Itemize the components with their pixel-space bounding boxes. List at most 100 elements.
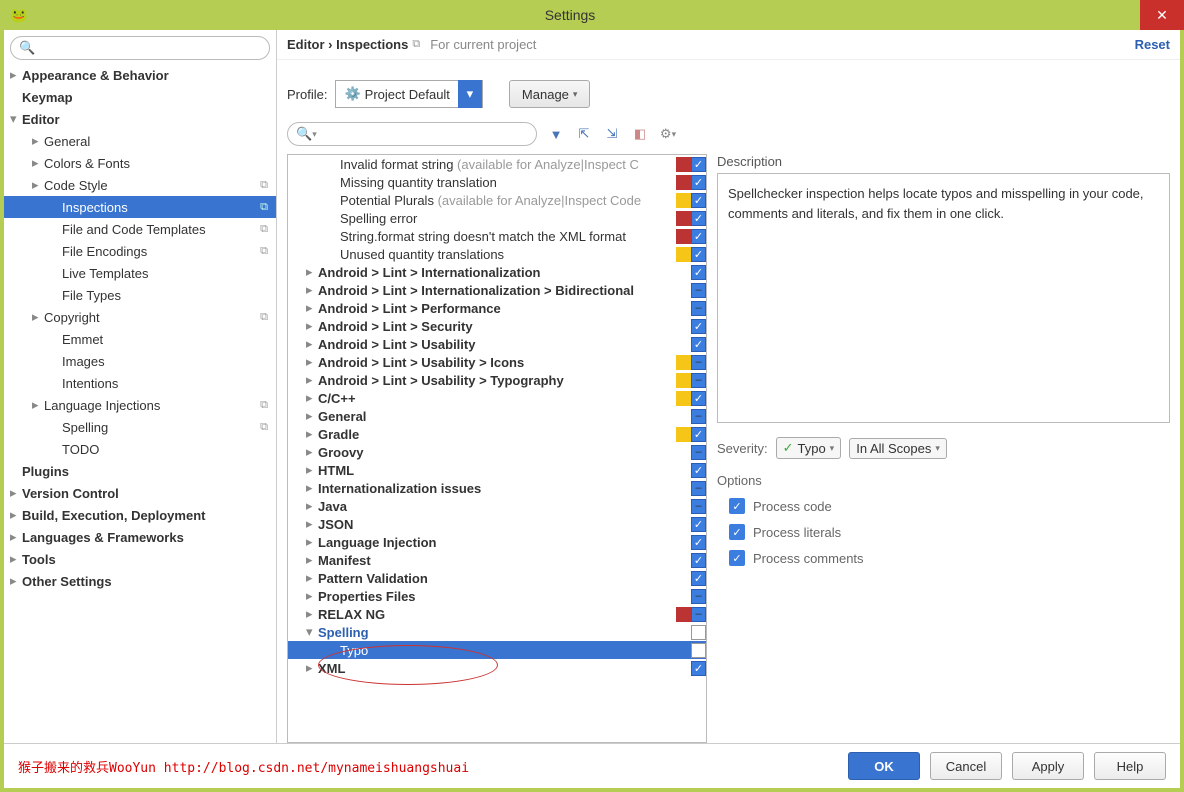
inspection-row[interactable]: ▸Java xyxy=(288,497,706,515)
inspection-checkbox[interactable] xyxy=(691,445,706,460)
inspection-row[interactable]: Invalid format string (available for Ana… xyxy=(288,155,706,173)
inspection-checkbox[interactable] xyxy=(691,175,706,190)
inspection-row[interactable]: ▸RELAX NG xyxy=(288,605,706,623)
inspection-row[interactable]: ▸General xyxy=(288,407,706,425)
tree-item[interactable]: Keymap xyxy=(4,86,276,108)
eraser-icon[interactable]: ◧ xyxy=(631,125,649,143)
reset-link[interactable]: Reset xyxy=(1135,37,1170,52)
inspection-checkbox[interactable] xyxy=(691,607,706,622)
inspection-checkbox[interactable] xyxy=(691,409,706,424)
inspection-row[interactable]: ▸JSON xyxy=(288,515,706,533)
inspection-checkbox[interactable] xyxy=(691,553,706,568)
tree-item[interactable]: File Encodings⧉ xyxy=(4,240,276,262)
tree-item[interactable]: ▸Version Control xyxy=(4,482,276,504)
inspection-checkbox[interactable] xyxy=(691,229,706,244)
inspection-checkbox[interactable] xyxy=(691,643,706,658)
inspection-checkbox[interactable] xyxy=(691,463,706,478)
option-row[interactable]: ✓Process code xyxy=(729,498,1170,514)
tree-item[interactable]: ▸Colors & Fonts xyxy=(4,152,276,174)
inspection-checkbox[interactable] xyxy=(691,499,706,514)
inspections-list[interactable]: Invalid format string (available for Ana… xyxy=(287,154,707,743)
settings-tree[interactable]: ▸Appearance & BehaviorKeymap▾Editor▸Gene… xyxy=(4,64,276,743)
inspection-row[interactable]: Unused quantity translations xyxy=(288,245,706,263)
tree-item[interactable]: ▸Code Style⧉ xyxy=(4,174,276,196)
inspection-checkbox[interactable] xyxy=(691,265,706,280)
inspection-row[interactable]: Missing quantity translation xyxy=(288,173,706,191)
inspection-row[interactable]: Spelling error xyxy=(288,209,706,227)
tree-item[interactable]: Inspections⧉ xyxy=(4,196,276,218)
option-checkbox[interactable]: ✓ xyxy=(729,550,745,566)
inspection-checkbox[interactable] xyxy=(691,157,706,172)
inspection-row[interactable]: ▸Groovy xyxy=(288,443,706,461)
tree-item[interactable]: Live Templates xyxy=(4,262,276,284)
tree-item[interactable]: ▸Tools xyxy=(4,548,276,570)
tree-item[interactable]: ▸Copyright⧉ xyxy=(4,306,276,328)
inspection-checkbox[interactable] xyxy=(691,247,706,262)
tree-item[interactable]: Images xyxy=(4,350,276,372)
profile-selector[interactable]: ⚙️Project Default ▾ xyxy=(335,80,482,108)
help-button[interactable]: Help xyxy=(1094,752,1166,780)
option-checkbox[interactable]: ✓ xyxy=(729,524,745,540)
tree-item[interactable]: ▸Appearance & Behavior xyxy=(4,64,276,86)
apply-button[interactable]: Apply xyxy=(1012,752,1084,780)
tree-item[interactable]: ▸Other Settings xyxy=(4,570,276,592)
inspection-checkbox[interactable] xyxy=(691,481,706,496)
inspection-checkbox[interactable] xyxy=(691,625,706,640)
inspection-row[interactable]: ▸HTML xyxy=(288,461,706,479)
inspection-row[interactable]: ▸Manifest xyxy=(288,551,706,569)
option-row[interactable]: ✓Process comments xyxy=(729,550,1170,566)
inspection-row[interactable]: String.format string doesn't match the X… xyxy=(288,227,706,245)
inspection-checkbox[interactable] xyxy=(691,319,706,334)
tree-item[interactable]: Spelling⧉ xyxy=(4,416,276,438)
tree-item[interactable]: TODO xyxy=(4,438,276,460)
inspection-checkbox[interactable] xyxy=(691,391,706,406)
tree-item[interactable]: ▾Editor xyxy=(4,108,276,130)
tree-item[interactable]: Emmet xyxy=(4,328,276,350)
inspection-checkbox[interactable] xyxy=(691,355,706,370)
inspection-checkbox[interactable] xyxy=(691,535,706,550)
option-checkbox[interactable]: ✓ xyxy=(729,498,745,514)
inspection-row[interactable]: ▸XML xyxy=(288,659,706,677)
inspection-checkbox[interactable] xyxy=(691,211,706,226)
inspection-row[interactable]: ▸Android > Lint > Internationalization xyxy=(288,263,706,281)
tree-item[interactable]: ▸Language Injections⧉ xyxy=(4,394,276,416)
inspection-row[interactable]: ▸Gradle xyxy=(288,425,706,443)
inspection-checkbox[interactable] xyxy=(691,517,706,532)
collapse-icon[interactable]: ⇲ xyxy=(603,125,621,143)
gear-icon[interactable]: ⚙▾ xyxy=(659,125,677,143)
inspection-row[interactable]: ▸Language Injection xyxy=(288,533,706,551)
inspection-row[interactable]: ▸Android > Lint > Usability xyxy=(288,335,706,353)
expand-icon[interactable]: ⇱ xyxy=(575,125,593,143)
close-button[interactable]: ✕ xyxy=(1140,0,1184,30)
tree-item[interactable]: File Types xyxy=(4,284,276,306)
inspection-checkbox[interactable] xyxy=(691,427,706,442)
inspection-row[interactable]: Potential Plurals (available for Analyze… xyxy=(288,191,706,209)
inspection-row[interactable]: ▸Pattern Validation xyxy=(288,569,706,587)
inspection-row[interactable]: ▾Spelling xyxy=(288,623,706,641)
inspection-checkbox[interactable] xyxy=(691,571,706,586)
inspection-row[interactable]: ▸Android > Lint > Internationalization >… xyxy=(288,281,706,299)
inspection-checkbox[interactable] xyxy=(691,373,706,388)
filter-icon[interactable]: ▼ xyxy=(547,125,565,143)
inspection-row[interactable]: ▸Android > Lint > Security xyxy=(288,317,706,335)
inspection-row[interactable]: ▸C/C++ xyxy=(288,389,706,407)
inspection-row[interactable]: ▸Android > Lint > Performance xyxy=(288,299,706,317)
inspection-row[interactable]: Typo xyxy=(288,641,706,659)
inspection-row[interactable]: ▸Android > Lint > Usability > Icons xyxy=(288,353,706,371)
cancel-button[interactable]: Cancel xyxy=(930,752,1002,780)
inspection-checkbox[interactable] xyxy=(691,661,706,676)
inspection-row[interactable]: ▸Properties Files xyxy=(288,587,706,605)
option-row[interactable]: ✓Process literals xyxy=(729,524,1170,540)
ok-button[interactable]: OK xyxy=(848,752,920,780)
tree-item[interactable]: Plugins xyxy=(4,460,276,482)
inspection-search[interactable]: 🔍▾ xyxy=(287,122,537,146)
tree-item[interactable]: ▸Languages & Frameworks xyxy=(4,526,276,548)
inspection-checkbox[interactable] xyxy=(691,301,706,316)
inspection-row[interactable]: ▸Android > Lint > Usability > Typography xyxy=(288,371,706,389)
tree-item[interactable]: Intentions xyxy=(4,372,276,394)
profile-dropdown-icon[interactable]: ▾ xyxy=(458,80,482,108)
tree-item[interactable]: File and Code Templates⧉ xyxy=(4,218,276,240)
inspection-checkbox[interactable] xyxy=(691,337,706,352)
tree-item[interactable]: ▸General xyxy=(4,130,276,152)
inspection-checkbox[interactable] xyxy=(691,283,706,298)
